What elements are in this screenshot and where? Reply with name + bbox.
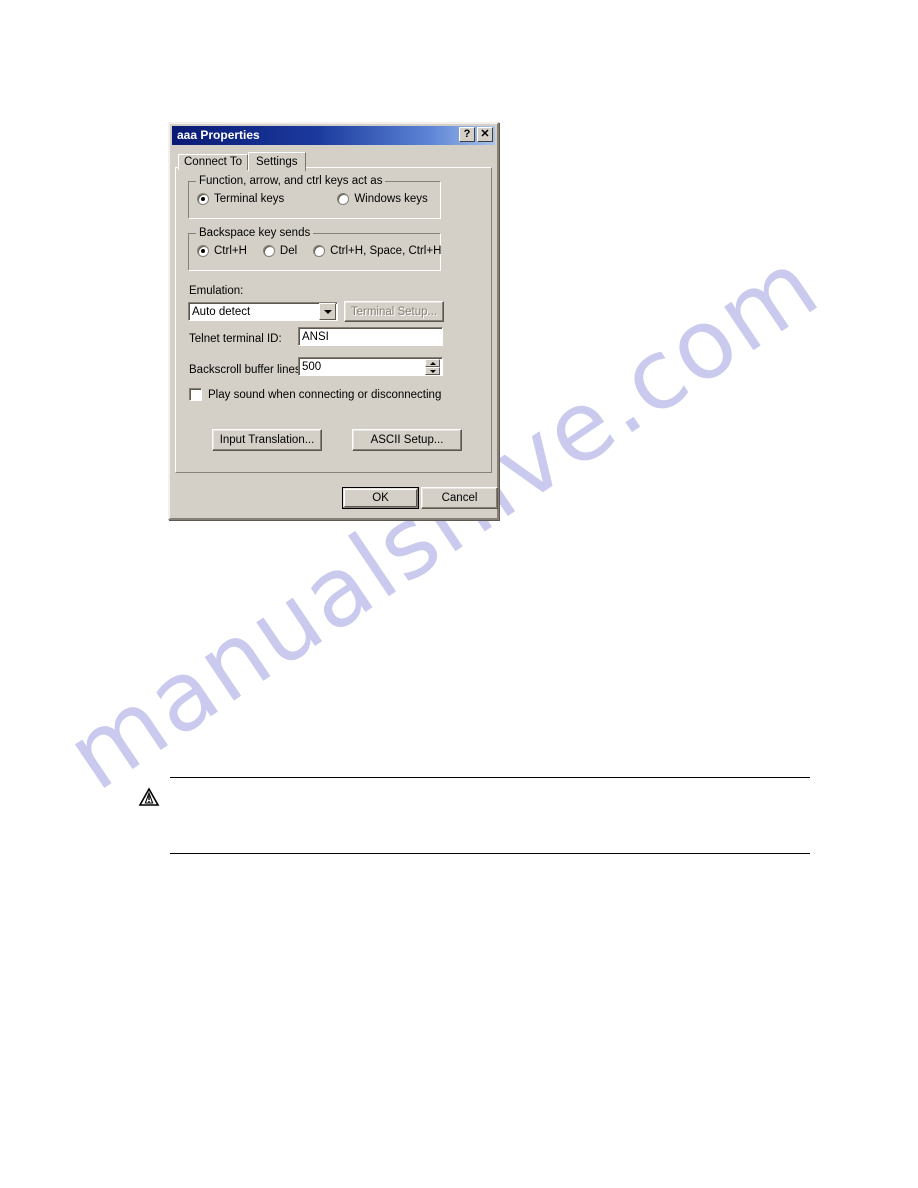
function-keys-group-legend: Function, arrow, and ctrl keys act as [196, 175, 386, 187]
ok-button[interactable]: OK [342, 487, 419, 509]
backscroll-buffer-lines-input[interactable]: 500 [298, 357, 443, 376]
function-keys-group: Function, arrow, and ctrl keys act as Te… [188, 175, 441, 219]
play-sound-label: Play sound when connecting or disconnect… [208, 388, 442, 401]
warning-triangle-icon [138, 787, 160, 806]
telnet-terminal-id-input[interactable]: ANSI [298, 327, 443, 346]
backscroll-spinner[interactable] [425, 359, 440, 375]
ascii-setup-button[interactable]: ASCII Setup... [352, 429, 462, 451]
radio-label-windows-keys: Windows keys [354, 193, 428, 205]
chevron-down-icon[interactable] [319, 303, 336, 320]
radio-terminal-keys[interactable]: Terminal keys [197, 193, 284, 205]
checkbox-indicator-play-sound [189, 388, 202, 401]
settings-tab-page: Function, arrow, and ctrl keys act as Te… [175, 167, 492, 473]
radio-ctrl-h[interactable]: Ctrl+H [197, 245, 247, 257]
emulation-combobox[interactable]: Auto detect [188, 302, 338, 321]
input-translation-button[interactable]: Input Translation... [212, 429, 322, 451]
radio-indicator-terminal-keys [197, 193, 209, 205]
radio-del[interactable]: Del [262, 245, 298, 257]
dialog-titlebar[interactable]: aaa Properties ? ✕ [172, 126, 495, 145]
emulation-label: Emulation: [189, 285, 244, 297]
emulation-selected-value: Auto detect [192, 305, 251, 318]
radio-label-ctrl-h-space-ctrl-h: Ctrl+H, Space, Ctrl+H [330, 245, 442, 257]
spinner-up-icon[interactable] [425, 359, 440, 367]
cancel-button[interactable]: Cancel [421, 487, 498, 509]
backspace-group: Backspace key sends Ctrl+H Del Ctrl+H, S… [188, 227, 441, 271]
telnet-terminal-id-label: Telnet terminal ID: [189, 333, 282, 345]
tab-strip: Connect To Settings [178, 150, 306, 171]
dialog-title: aaa Properties [177, 128, 260, 142]
radio-ctrl-h-space-ctrl-h[interactable]: Ctrl+H, Space, Ctrl+H [313, 245, 441, 257]
play-sound-checkbox[interactable]: Play sound when connecting or disconnect… [189, 388, 441, 401]
aaa-properties-dialog: aaa Properties ? ✕ Connect To Settings F… [168, 122, 499, 520]
help-button[interactable]: ? [459, 127, 475, 142]
radio-label-terminal-keys: Terminal keys [214, 193, 285, 205]
radio-label-del: Del [279, 245, 298, 257]
backscroll-buffer-lines-label: Backscroll buffer lines: [189, 364, 304, 376]
note-top-rule [170, 777, 810, 778]
spinner-down-icon[interactable] [425, 367, 440, 375]
radio-indicator-del [262, 245, 275, 257]
backscroll-buffer-lines-value: 500 [302, 360, 322, 373]
ok-button-label: OK [372, 492, 389, 504]
function-keys-radio-row: Terminal keys Windows keys [197, 193, 428, 205]
note-bottom-rule [170, 853, 810, 854]
note-body-text [170, 790, 810, 845]
radio-indicator-windows-keys [337, 193, 350, 205]
backspace-radio-row: Ctrl+H Del Ctrl+H, Space, Ctrl+H [197, 245, 441, 257]
tab-connect-to[interactable]: Connect To [178, 154, 248, 170]
titlebar-button-group: ? ✕ [459, 127, 493, 142]
close-button[interactable]: ✕ [477, 127, 493, 142]
radio-label-ctrl-h: Ctrl+H [214, 245, 247, 257]
radio-indicator-ctrl-h-space-ctrl-h [313, 245, 326, 257]
tab-settings[interactable]: Settings [247, 152, 306, 171]
radio-windows-keys[interactable]: Windows keys [337, 193, 428, 205]
backspace-group-legend: Backspace key sends [196, 227, 314, 239]
radio-indicator-ctrl-h [197, 245, 209, 257]
terminal-setup-button[interactable]: Terminal Setup... [344, 301, 444, 322]
